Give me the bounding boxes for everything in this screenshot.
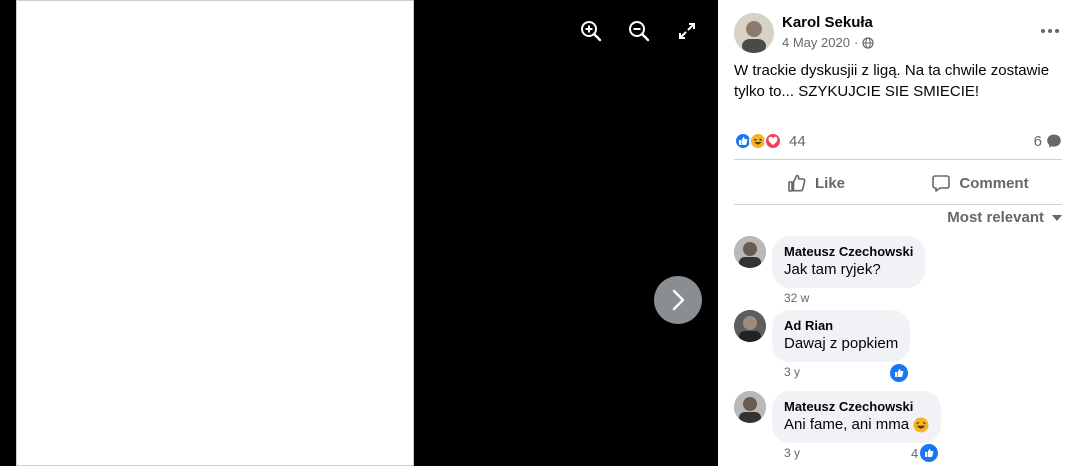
divider-bottom [734,204,1062,205]
grinning-emoji-icon [913,417,929,433]
comment-author[interactable]: Mateusz Czechowski [784,399,929,415]
fullscreen-icon[interactable] [674,18,700,44]
like-reaction-icon [920,444,939,462]
zoom-in-icon[interactable] [578,18,604,44]
post-header: Karol Sekuła 4 May 2020 · [734,13,1062,53]
comment-text: Jak tam ryjek? [784,260,913,280]
chevron-right-icon [672,289,685,311]
comment-like-count: 4 [911,445,919,461]
like-button[interactable]: Like [734,166,898,200]
comment-text-content: Jak tam ryjek? [784,261,881,278]
author-block: Karol Sekuła 4 May 2020 · [782,13,874,50]
sort-label: Most relevant [947,209,1044,226]
post-date[interactable]: 4 May 2020 [782,35,850,50]
next-photo-button[interactable] [654,276,702,324]
more-options-icon[interactable] [1038,23,1062,39]
thumbs-up-icon [788,174,806,192]
reactions-row: 44 6 [734,130,1062,152]
commenter-avatar[interactable] [734,310,766,342]
speech-bubble-icon [1047,134,1061,148]
comment-text: Dawaj z popkiem [784,334,898,354]
meta-separator: · [853,35,859,50]
reaction-count[interactable]: 44 [789,133,806,150]
post-panel: Karol Sekuła 4 May 2020 · W trackie dysk… [718,0,1078,466]
post-text: W trackie dyskusjii z ligą. Na ta chwile… [734,62,1050,100]
sort-comments-dropdown[interactable]: Most relevant [947,209,1062,226]
comment-bubble: Mateusz Czechowski Jak tam ryjek? [772,236,926,288]
zoom-out-icon[interactable] [626,18,652,44]
comment-like-reaction[interactable] [890,364,908,382]
comment-bubble: Ad Rian Dawaj z popkiem [772,310,911,362]
comment-count-link[interactable]: 6 [1034,133,1062,150]
caret-down-icon [1052,214,1062,221]
comment-bubble: Mateusz Czechowski Ani fame, ani mma [772,391,942,443]
comment-icon [932,175,951,192]
comment-item: Mateusz Czechowski Ani fame, ani mma 3 y [734,391,942,460]
divider-top [734,159,1062,160]
author-name[interactable]: Karol Sekuła [782,13,874,32]
globe-icon [862,36,874,49]
comment-label: Comment [959,174,1029,192]
author-avatar[interactable] [734,13,774,53]
photo-viewer [0,0,718,466]
post-meta: 4 May 2020 · [782,35,874,50]
comment-like-reaction[interactable]: 4 [911,444,939,462]
comment-count: 6 [1033,132,1042,150]
comment-time[interactable]: 32 w [772,291,925,305]
love-reaction-icon [764,132,782,150]
comment-button[interactable]: Comment [898,166,1062,200]
comment-text: Ani fame, ani mma [784,415,929,435]
comment-author[interactable]: Mateusz Czechowski [784,244,913,260]
comment-text-content: Ani fame, ani mma [784,416,910,433]
comment-item: Mateusz Czechowski Jak tam ryjek? 32 w [734,236,926,305]
comment-item: Ad Rian Dawaj z popkiem 3 y [734,310,911,379]
post-photo [16,0,414,466]
viewer-controls [578,18,700,44]
commenter-avatar[interactable] [734,391,766,423]
comment-author[interactable]: Ad Rian [784,318,898,334]
like-reaction-icon [890,364,908,382]
comment-text-content: Dawaj z popkiem [784,335,899,352]
reaction-icons[interactable] [734,132,782,150]
like-label: Like [814,174,845,192]
commenter-avatar[interactable] [734,236,766,268]
post-actions: Like Comment [734,166,1062,200]
comment-body: Mateusz Czechowski Jak tam ryjek? 32 w [772,236,926,305]
